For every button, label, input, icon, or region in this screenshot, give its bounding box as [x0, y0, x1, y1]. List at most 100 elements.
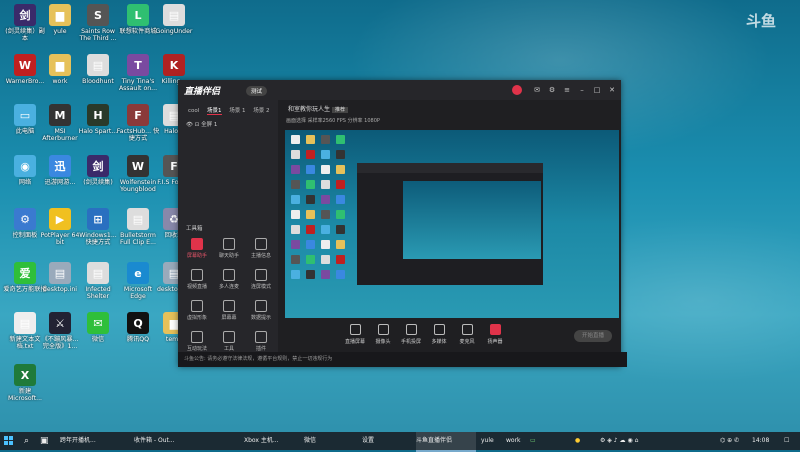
tool-button[interactable]: 屏幕助手: [182, 238, 212, 259]
desktop-icon[interactable]: H Halo Spart...: [76, 104, 120, 135]
close-icon[interactable]: ✕: [608, 86, 616, 94]
network-icon[interactable]: ⌬ ⊕ ✆: [720, 432, 739, 450]
app-icon: F: [127, 104, 149, 126]
scene-tabs: cool 场景1 场景 1 场景 2: [188, 106, 276, 115]
left-panel: cool 场景1 场景 1 场景 2 👁 ⊡ 全屏 1 工具箱 屏幕助手 聊天助手…: [178, 100, 278, 367]
go-live-button[interactable]: 开始直播: [574, 330, 612, 342]
nested-preview-canvas: [403, 181, 541, 259]
stream-title[interactable]: 和室教你玩人生 推荐: [288, 104, 348, 113]
tab-scene-1b[interactable]: 场景 1: [229, 108, 245, 114]
emoji-icon[interactable]: ●: [575, 432, 580, 450]
tool-icon: [223, 269, 235, 281]
layer-item[interactable]: 👁 ⊡ 全屏 1: [186, 120, 217, 128]
preview-mini-icon: [336, 195, 345, 204]
maximize-icon[interactable]: □: [593, 86, 601, 94]
tool-label: 屏幕助手: [186, 253, 207, 259]
tool-icon: [255, 269, 267, 281]
desktop-icon[interactable]: ▤ Infected Shelter: [76, 262, 120, 300]
taskbar-item-settings[interactable]: 设置: [362, 432, 412, 450]
category-tag[interactable]: 推荐: [331, 107, 348, 113]
tool-label: 视频直播: [186, 284, 207, 290]
tool-label: 插件: [255, 346, 266, 352]
tool-button[interactable]: 互动玩法: [182, 331, 212, 352]
app-icon: 剑: [87, 155, 109, 177]
windows-start-icon[interactable]: [4, 436, 14, 446]
app-icon: L: [127, 4, 149, 26]
mail-icon[interactable]: ✉: [533, 86, 541, 94]
preview-mini-icon: [336, 180, 345, 189]
tool-button[interactable]: 视频直播: [182, 269, 212, 290]
app-icon: W: [127, 155, 149, 177]
preview-canvas[interactable]: [285, 130, 619, 318]
stream-settings-row[interactable]: 画面选择 采样率2560 FPS 分辨率 1080P: [286, 117, 380, 124]
settings-icon[interactable]: ⚙: [548, 86, 556, 94]
tool-button[interactable]: 多人连麦: [214, 269, 244, 290]
tool-button[interactable]: 工具: [214, 331, 244, 352]
tool-button[interactable]: 数据提示: [246, 300, 276, 321]
control-button[interactable]: 麦克风: [455, 324, 479, 345]
tool-button[interactable]: 虚拟形象: [182, 300, 212, 321]
app-logo: 直播伴侣: [184, 87, 221, 97]
tool-label: 虚拟形象: [186, 315, 207, 321]
tray-folder-work[interactable]: work: [506, 432, 521, 450]
avatar[interactable]: [512, 85, 522, 95]
tool-button[interactable]: 连屏模式: [246, 269, 276, 290]
task-view-icon[interactable]: ▣: [40, 432, 49, 450]
taskbar-item-wechat[interactable]: 微信: [304, 432, 354, 450]
toolbox-title: 工具箱: [186, 226, 203, 232]
preview-mini-icon: [291, 210, 300, 219]
preview-mini-icon: [321, 240, 330, 249]
taskbar-item-live-companion[interactable]: 斗鱼直播伴侣: [416, 432, 476, 452]
desktop-icon[interactable]: ✉ 微信: [76, 312, 120, 343]
tool-button[interactable]: 屏幕幕: [214, 300, 244, 321]
tool-button[interactable]: 插件: [246, 331, 276, 352]
minimize-icon[interactable]: –: [578, 86, 586, 94]
taskbar-item-outlook[interactable]: 收件箱 - Out...: [134, 432, 192, 450]
control-button[interactable]: 多媒体: [427, 324, 451, 345]
desktop-icon[interactable]: ⊞ Windows1... 快捷方式: [76, 208, 120, 246]
preview-mini-icon: [321, 135, 330, 144]
tab-cool[interactable]: cool: [188, 108, 199, 114]
tool-label: 多人连麦: [218, 284, 239, 290]
tray-icons[interactable]: ⚙ ◈ ♪ ☁ ◉ ⌂: [600, 432, 638, 450]
taskbar-item-xbox[interactable]: Xbox 主机...: [244, 432, 302, 450]
menu-icon[interactable]: ≡: [563, 86, 571, 94]
tab-scene-1[interactable]: 场景1: [207, 108, 222, 115]
app-icon: K: [163, 54, 185, 76]
tool-icon: [191, 269, 203, 281]
preview-mini-icon: [291, 180, 300, 189]
tab-scene-2[interactable]: 场景 2: [253, 108, 269, 114]
control-button[interactable]: 手机投屏: [399, 324, 423, 345]
clock[interactable]: 14:08: [752, 432, 769, 450]
preview-mini-icon: [291, 225, 300, 234]
taskbar: ⌕ ▣ 跨年开播机... 收件箱 - Out... Xbox 主机... 微信 …: [0, 432, 800, 452]
tray-folder-yule[interactable]: yule: [481, 432, 494, 450]
desktop-icon[interactable]: 剑 (剑灵续集): [76, 155, 120, 186]
preview-mini-icon: [321, 225, 330, 234]
desktop-icon-label: GoingUnder: [155, 28, 193, 35]
tool-button[interactable]: 主播信息: [246, 238, 276, 259]
desktop-icon[interactable]: X 新建 Microsoft...: [3, 364, 47, 402]
tool-icon: [255, 238, 267, 250]
control-button[interactable]: 摄像头: [371, 324, 395, 345]
desktop-icon[interactable]: S Saints Row The Third ...: [76, 4, 120, 42]
desktop-icon-label: Windows1... 快捷方式: [79, 232, 117, 246]
notification-icon[interactable]: ☐: [784, 432, 789, 450]
preview-mini-icon: [336, 270, 345, 279]
desktop-icon[interactable]: ▤ GoingUnder: [152, 4, 196, 35]
title-bar[interactable]: 直播伴侣 测试 ✉ ⚙ ≡ – □ ✕: [178, 80, 621, 100]
tool-button[interactable]: 聊天助手: [214, 238, 244, 259]
search-icon[interactable]: ⌕: [24, 432, 29, 450]
taskbar-item-browser[interactable]: 跨年开播机...: [60, 432, 118, 450]
tool-label: 屏幕幕: [221, 315, 237, 321]
desktop-icon-label: Saints Row The Third ...: [79, 28, 117, 42]
tool-icon: [223, 331, 235, 343]
app-icon: ✉: [87, 312, 109, 334]
preview-mini-icon: [336, 165, 345, 174]
control-button[interactable]: 扬声器: [483, 324, 507, 345]
desktop-icon-label: 微信: [91, 336, 105, 343]
control-button[interactable]: 直播屏幕: [343, 324, 367, 345]
desktop-icon[interactable]: ▤ Bloodhunt: [76, 54, 120, 85]
preview-mini-icon: [336, 135, 345, 144]
battery-icon[interactable]: ▭: [530, 432, 536, 450]
